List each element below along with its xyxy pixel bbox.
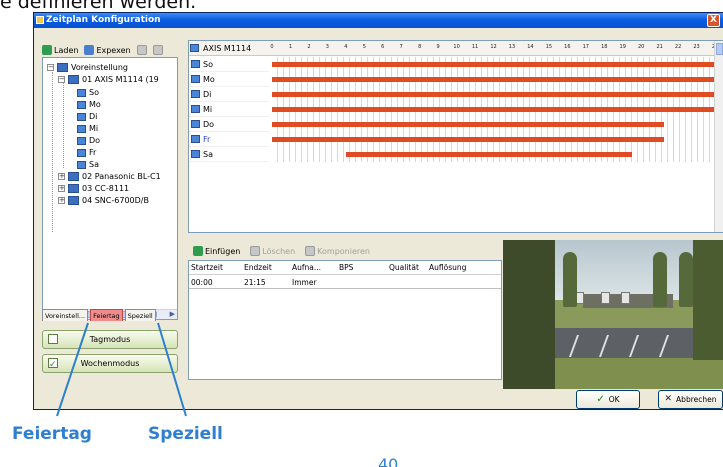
page-number: 40: [378, 455, 398, 467]
holiday-callout: Feiertag: [12, 424, 92, 444]
callout-arrows: [56, 322, 187, 417]
special-callout: Speziell: [148, 424, 223, 444]
